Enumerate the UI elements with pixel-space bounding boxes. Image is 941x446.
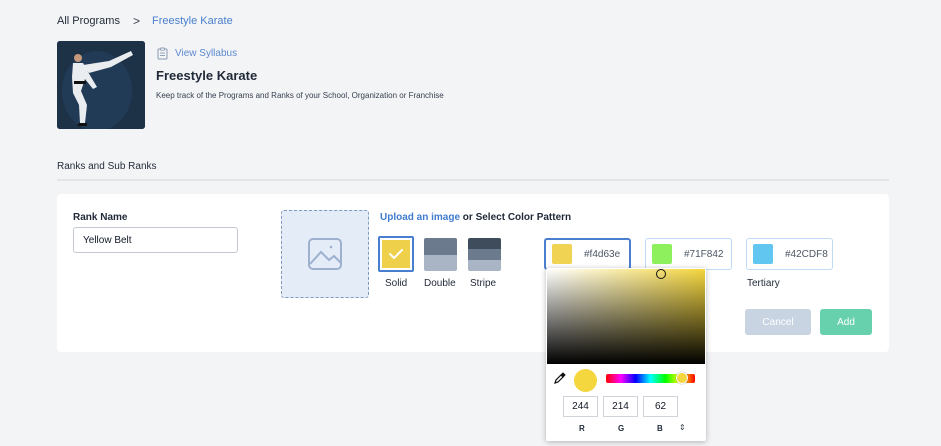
color-preview-swatch bbox=[574, 369, 597, 392]
pattern-solid-fill bbox=[382, 240, 410, 268]
program-subtitle: Keep track of the Programs and Ranks of … bbox=[156, 91, 444, 100]
add-button[interactable]: Add bbox=[820, 309, 872, 335]
saturation-area[interactable] bbox=[547, 269, 705, 364]
karate-photo-icon bbox=[57, 41, 145, 129]
program-title: Freestyle Karate bbox=[156, 68, 258, 83]
color-picker-popover: 244 214 62 R G B ⇕ bbox=[546, 268, 706, 441]
pattern-solid-label: Solid bbox=[385, 278, 408, 289]
rank-name-label: Rank Name bbox=[73, 212, 128, 223]
check-icon bbox=[389, 249, 403, 259]
pattern-double-icon bbox=[424, 238, 457, 271]
view-syllabus-label[interactable]: View Syllabus bbox=[175, 48, 237, 59]
tertiary-color-label: Tertiary bbox=[747, 278, 780, 289]
saturation-handle[interactable] bbox=[656, 269, 666, 279]
cancel-button[interactable]: Cancel bbox=[745, 309, 811, 335]
secondary-color-hex: #71F842 bbox=[684, 248, 724, 260]
pattern-stripe-option[interactable] bbox=[468, 238, 501, 271]
image-upload-dropzone[interactable] bbox=[281, 210, 369, 298]
eyedropper-icon[interactable] bbox=[554, 372, 566, 384]
format-toggle-icon[interactable]: ⇕ bbox=[679, 423, 686, 432]
breadcrumb: All Programs > Freestyle Karate bbox=[57, 14, 233, 28]
upload-instructions: Upload an image or Select Color Pattern bbox=[380, 212, 571, 223]
view-syllabus-link[interactable]: View Syllabus bbox=[157, 47, 237, 60]
hue-slider-handle[interactable] bbox=[676, 372, 688, 384]
program-thumbnail bbox=[57, 41, 145, 129]
rank-name-input[interactable] bbox=[73, 227, 238, 253]
green-value-input[interactable]: 214 bbox=[603, 396, 638, 417]
green-label: G bbox=[618, 424, 625, 433]
secondary-color-chip[interactable]: #71F842 bbox=[645, 238, 732, 270]
breadcrumb-current: Freestyle Karate bbox=[151, 15, 233, 27]
clipboard-icon bbox=[157, 47, 168, 60]
pattern-solid-option[interactable] bbox=[378, 236, 414, 272]
section-divider bbox=[57, 179, 889, 181]
breadcrumb-all-programs[interactable]: All Programs bbox=[57, 15, 120, 27]
tertiary-color-swatch bbox=[753, 244, 773, 264]
red-label: R bbox=[579, 424, 585, 433]
pattern-stripe-label: Stripe bbox=[470, 278, 497, 289]
pattern-stripe-icon bbox=[468, 238, 501, 271]
image-placeholder-icon bbox=[308, 238, 342, 270]
red-value-input[interactable]: 244 bbox=[563, 396, 598, 417]
upload-image-link[interactable]: Upload an image bbox=[380, 212, 460, 223]
upload-suffix: or Select Color Pattern bbox=[460, 212, 572, 223]
blue-label: B bbox=[657, 424, 663, 433]
primary-color-swatch bbox=[552, 244, 572, 264]
tertiary-color-chip[interactable]: #42CDF8 bbox=[746, 238, 833, 270]
section-title: Ranks and Sub Ranks bbox=[57, 161, 157, 172]
pattern-double-label: Double bbox=[424, 278, 456, 289]
secondary-color-swatch bbox=[652, 244, 672, 264]
tertiary-color-hex: #42CDF8 bbox=[785, 248, 828, 260]
blue-value-input[interactable]: 62 bbox=[643, 396, 678, 417]
primary-color-hex: #f4d63e bbox=[584, 248, 621, 260]
breadcrumb-separator-icon: > bbox=[132, 14, 140, 28]
pattern-double-option[interactable] bbox=[424, 238, 457, 271]
primary-color-chip[interactable]: #f4d63e bbox=[544, 238, 631, 270]
